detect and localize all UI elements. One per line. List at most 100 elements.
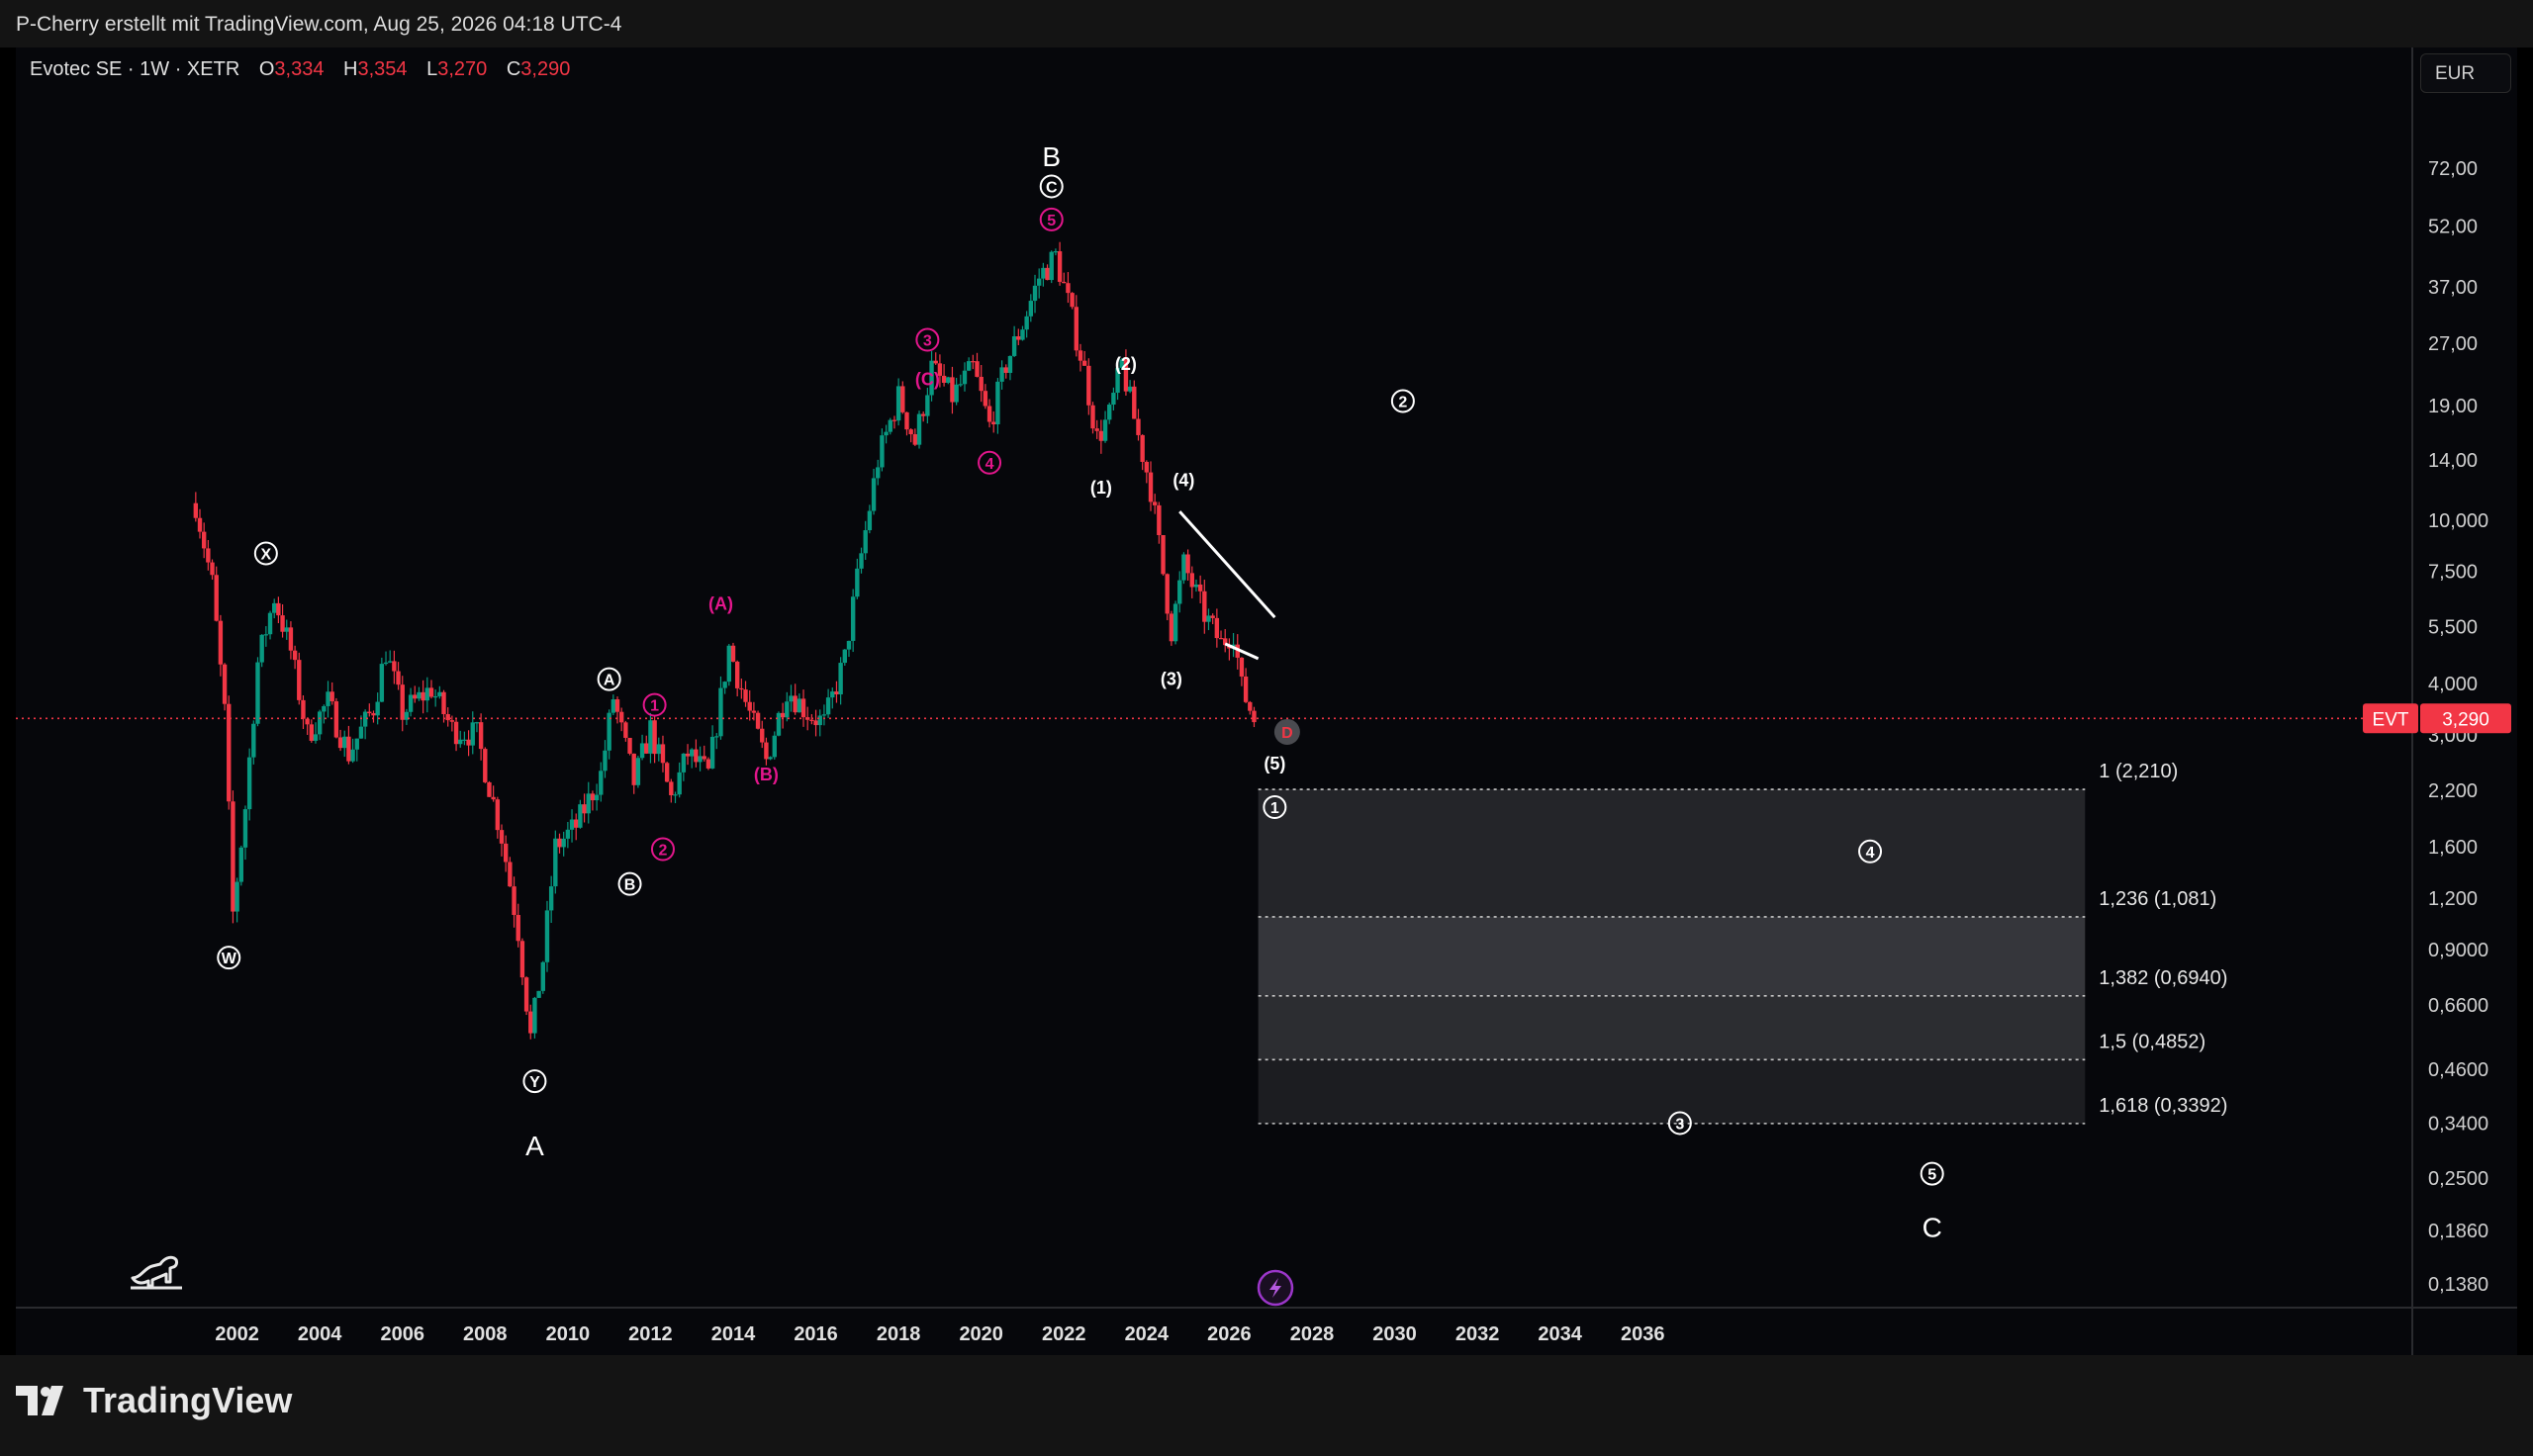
wave-label[interactable]: X <box>253 541 278 566</box>
candle-body <box>888 419 892 432</box>
candle-body <box>698 756 703 763</box>
tradingview-logo[interactable]: TradingView <box>16 1380 292 1421</box>
candle-body <box>272 602 277 613</box>
candle-body <box>739 687 744 690</box>
candle-body <box>846 640 852 650</box>
wave-label[interactable]: B <box>617 871 642 896</box>
price-tick-label: 5,500 <box>2428 617 2478 639</box>
candle-body <box>966 361 972 371</box>
wave-label[interactable]: (B) <box>754 765 779 784</box>
wave-label[interactable]: A <box>597 667 621 691</box>
wave-label-text: 1 <box>650 698 659 715</box>
candle-body <box>751 710 757 713</box>
wave-label[interactable]: 2 <box>650 837 675 862</box>
candle-body <box>764 742 769 760</box>
fib-level-label: 1,382 (0,6940) <box>2099 967 2227 989</box>
candle-body <box>235 881 239 912</box>
fib-level-label: 1,236 (1,081) <box>2099 888 2216 910</box>
candle-body <box>259 634 264 663</box>
wave-label[interactable]: B <box>1042 141 1061 172</box>
time-tick-label: 2030 <box>1372 1323 1417 1345</box>
candle-body <box>1102 419 1108 441</box>
wave-label[interactable]: C <box>1039 174 1064 199</box>
candle-body <box>941 375 947 383</box>
candle-body <box>317 711 323 735</box>
wave-label[interactable]: D <box>1273 718 1300 745</box>
candle-body <box>1210 615 1215 618</box>
candle-body <box>218 620 224 665</box>
wave-label-text: 1 <box>1270 800 1279 817</box>
wave-label-text: Y <box>529 1074 540 1091</box>
candle-body <box>466 739 471 746</box>
price-tick-label: 52,00 <box>2428 217 2478 238</box>
candle-body <box>280 615 285 632</box>
candle-body <box>690 749 695 757</box>
close-value: 3,290 <box>520 58 571 80</box>
close-label: C <box>506 58 521 80</box>
candle-body <box>983 391 988 407</box>
wave-label[interactable]: (A) <box>708 594 733 614</box>
candle-body <box>408 694 414 712</box>
wave-label[interactable]: (1) <box>1090 478 1112 498</box>
fib-band <box>1258 789 2086 917</box>
candle-body <box>1206 615 1211 622</box>
wave-label[interactable]: (4) <box>1173 471 1194 491</box>
candle-body <box>242 809 248 848</box>
wave-label[interactable]: Y <box>522 1069 547 1094</box>
wave-label[interactable]: A <box>525 1131 544 1161</box>
candle-body <box>201 531 207 549</box>
candle-body <box>1218 638 1224 640</box>
candle-body <box>817 715 822 726</box>
wave-label[interactable]: (3) <box>1161 670 1182 689</box>
candle-body <box>231 801 235 912</box>
wedge-trendline[interactable] <box>1178 510 1276 619</box>
wave-label[interactable]: 5 <box>1920 1161 1944 1186</box>
wave-label[interactable]: 3 <box>915 327 940 352</box>
wave-label[interactable]: W <box>217 946 241 970</box>
time-tick-label: 2010 <box>546 1323 591 1345</box>
candle-body <box>350 749 355 762</box>
candle-body <box>532 997 537 1034</box>
time-axis-ticks: 2002 2004 2006 2008 2010 2012 2014 2016 2018 2020… <box>215 1323 1664 1345</box>
fib-level-label: 1,5 (0,4852) <box>2099 1031 2205 1052</box>
symbol-name[interactable]: Evotec SE · 1W · XETR <box>30 58 239 80</box>
candle-body <box>470 722 475 746</box>
fib-extension-zone: 1 (2,210) 1,236 (1,081) 1,382 (0,6940) 1,5 … <box>1258 761 2227 1125</box>
wave-label-text: 4 <box>1866 845 1875 862</box>
time-tick-label: 2034 <box>1538 1323 1582 1345</box>
candle-body <box>1132 386 1137 419</box>
wave-label[interactable]: 2 <box>1390 389 1415 413</box>
candle-body <box>785 701 790 718</box>
price-tick-label: 0,3400 <box>2428 1113 2488 1135</box>
wave-label[interactable]: C <box>1923 1212 1942 1242</box>
candle-body <box>1136 418 1141 435</box>
candle-body <box>474 722 480 724</box>
candle-body <box>462 739 467 741</box>
fib-band <box>1258 995 2086 1060</box>
candle-body <box>322 705 327 712</box>
candle-body <box>895 386 901 421</box>
brand-name: TradingView <box>83 1380 293 1420</box>
wave-label[interactable]: (5) <box>1264 754 1285 774</box>
candle-body <box>445 713 450 721</box>
candle-body <box>1045 267 1050 281</box>
candle-body <box>1161 535 1166 575</box>
currency-selector[interactable]: EUR <box>2420 53 2511 93</box>
wave-label-text: 5 <box>1927 1167 1936 1184</box>
wave-label[interactable]: (2) <box>1115 354 1137 374</box>
candle-body <box>342 736 347 749</box>
candle-body <box>346 736 351 762</box>
candle-body <box>603 750 608 772</box>
candle-body <box>813 720 818 726</box>
wave-label[interactable]: 5 <box>1039 207 1064 231</box>
price-chart[interactable]: 1 (2,210) 1,236 (1,081) 1,382 (0,6940) 1,5 … <box>0 0 2533 1456</box>
candle-body <box>1177 580 1182 604</box>
wave-label[interactable]: 1 <box>642 692 667 717</box>
wave-label[interactable]: 4 <box>978 450 1002 475</box>
wedge-trendline[interactable] <box>1224 642 1260 661</box>
wave-label[interactable]: (C) <box>915 370 940 390</box>
price-tick-label: 7,500 <box>2428 562 2478 584</box>
symbol-legend[interactable]: Evotec SE · 1W · XETR O3,334 H3,354 L3,2… <box>30 58 570 81</box>
candle-body <box>747 701 752 711</box>
candle-body <box>193 502 199 518</box>
